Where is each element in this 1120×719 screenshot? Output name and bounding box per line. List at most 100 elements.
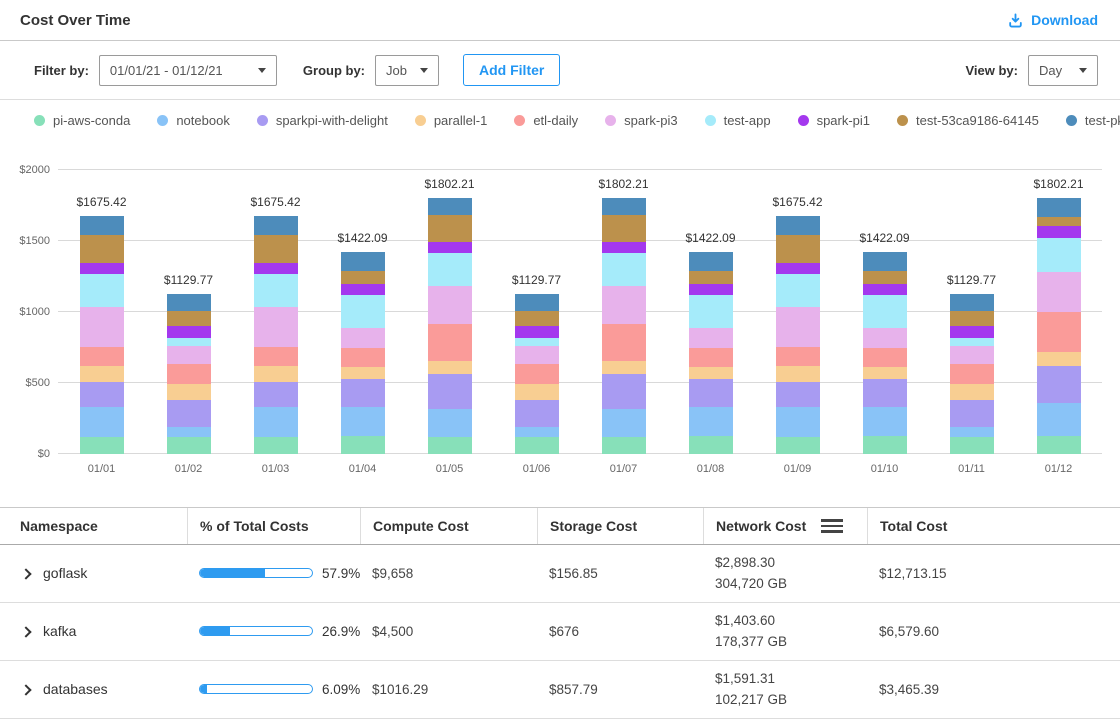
stacked-bar-01/06[interactable] xyxy=(515,294,559,454)
bar-segment-test-pkix xyxy=(689,252,733,271)
bar-segment-etl-daily xyxy=(950,364,994,384)
add-filter-button[interactable]: Add Filter xyxy=(463,54,560,86)
legend-item-test-pkix[interactable]: test-pkix xyxy=(1066,113,1120,128)
compute-cost-cell: $4,500 xyxy=(360,603,537,660)
column-header-label: Storage Cost xyxy=(550,518,637,534)
chart-x-axis: 01/0101/0201/0301/0401/0501/0601/0701/08… xyxy=(58,463,1102,475)
bar-segment-notebook xyxy=(863,407,907,436)
x-tick-label: 01/05 xyxy=(428,463,472,475)
network-gb-value: 304,720 GB xyxy=(715,575,787,593)
legend-item-sparkpi-with-delight[interactable]: sparkpi-with-delight xyxy=(257,113,388,128)
x-tick-label: 01/02 xyxy=(167,463,211,475)
x-tick-label: 01/09 xyxy=(776,463,820,475)
bar-segment-notebook xyxy=(167,427,211,437)
bar-segment-sparkpi-with-delight xyxy=(254,382,298,407)
view-by-dropdown[interactable]: Day xyxy=(1028,55,1098,86)
legend-item-label: spark-pi1 xyxy=(817,113,870,128)
legend-item-spark-pi3[interactable]: spark-pi3 xyxy=(605,113,677,128)
stacked-bar-01/01[interactable] xyxy=(80,216,124,454)
bar-segment-test-53ca9186-64145 xyxy=(776,235,820,263)
bar-segment-test-app xyxy=(167,338,211,346)
bar-segment-spark-pi1 xyxy=(341,284,385,294)
table-row-databases[interactable]: databases6.09%$1016.29$857.79$1,591.3110… xyxy=(0,661,1120,719)
chart-plot-area: $0$500$1000$1500$2000$1675.42$1129.77$16… xyxy=(58,170,1102,454)
namespace-cell: databases xyxy=(0,661,187,718)
storage-cost-cell: $857.79 xyxy=(537,661,703,718)
namespace-label: databases xyxy=(43,681,108,697)
legend-item-spark-pi1[interactable]: spark-pi1 xyxy=(798,113,870,128)
bar-segment-pi-aws-conda xyxy=(167,437,211,454)
stacked-bar-01/10[interactable] xyxy=(863,252,907,454)
bar-segment-spark-pi3 xyxy=(167,346,211,364)
stacked-bar-01/04[interactable] xyxy=(341,252,385,454)
stacked-bar-01/09[interactable] xyxy=(776,216,820,454)
storage-cost-cell: $676 xyxy=(537,603,703,660)
network-gb-value: 102,217 GB xyxy=(715,691,787,709)
stacked-bar-01/11[interactable] xyxy=(950,294,994,454)
stacked-bar-01/03[interactable] xyxy=(254,216,298,454)
bar-column-01/02: $1129.77 xyxy=(167,273,211,454)
x-tick-label: 01/07 xyxy=(602,463,646,475)
legend-item-notebook[interactable]: notebook xyxy=(157,113,230,128)
bar-segment-pi-aws-conda xyxy=(776,437,820,454)
column-header-storage-cost: Storage Cost xyxy=(537,508,703,544)
legend-item-parallel-1[interactable]: parallel-1 xyxy=(415,113,487,128)
bar-segment-spark-pi1 xyxy=(950,326,994,337)
bar-segment-test-pkix xyxy=(80,216,124,235)
legend-item-etl-daily[interactable]: etl-daily xyxy=(514,113,578,128)
bar-segment-spark-pi1 xyxy=(1037,226,1081,238)
bar-segment-test-app xyxy=(1037,238,1081,272)
title-bar: Cost Over Time Download xyxy=(0,0,1120,41)
date-range-dropdown[interactable]: 01/01/21 - 01/12/21 xyxy=(99,55,277,86)
view-by-label: View by: xyxy=(965,63,1018,78)
bar-segment-spark-pi1 xyxy=(167,326,211,337)
bar-column-01/11: $1129.77 xyxy=(950,273,994,454)
stacked-bar-01/07[interactable] xyxy=(602,198,646,454)
bar-segment-spark-pi3 xyxy=(689,328,733,348)
stacked-bar-01/05[interactable] xyxy=(428,198,472,454)
bar-column-01/01: $1675.42 xyxy=(80,195,124,454)
bar-segment-spark-pi3 xyxy=(776,307,820,346)
bar-segment-pi-aws-conda xyxy=(689,436,733,454)
legend-item-label: test-pkix xyxy=(1085,113,1120,128)
bar-segment-test-53ca9186-64145 xyxy=(602,215,646,242)
bar-segment-parallel-1 xyxy=(428,361,472,374)
table-row-kafka[interactable]: kafka26.9%$4,500$676$1,403.60178,377 GB$… xyxy=(0,603,1120,661)
bar-total-label: $1422.09 xyxy=(859,231,909,245)
legend-item-label: test-53ca9186-64145 xyxy=(916,113,1039,128)
stacked-bar-01/08[interactable] xyxy=(689,252,733,454)
legend-item-label: parallel-1 xyxy=(434,113,487,128)
bar-segment-etl-daily xyxy=(776,347,820,366)
bar-segment-notebook xyxy=(515,427,559,437)
chevron-down-icon xyxy=(420,68,428,73)
stacked-bar-01/02[interactable] xyxy=(167,294,211,454)
bar-segment-sparkpi-with-delight xyxy=(1037,366,1081,403)
bar-segment-test-53ca9186-64145 xyxy=(341,271,385,284)
stacked-bar-01/12[interactable] xyxy=(1037,198,1081,454)
download-button[interactable]: Download xyxy=(1007,12,1098,29)
bar-total-label: $1675.42 xyxy=(772,195,822,209)
bar-segment-test-53ca9186-64145 xyxy=(689,271,733,284)
legend-item-pi-aws-conda[interactable]: pi-aws-conda xyxy=(34,113,130,128)
pct-progress-bar xyxy=(199,684,313,694)
pct-of-total-cell: 6.09% xyxy=(187,661,360,718)
legend-item-test-53ca9186-64145[interactable]: test-53ca9186-64145 xyxy=(897,113,1039,128)
bar-segment-notebook xyxy=(950,427,994,437)
group-by-value: Job xyxy=(386,63,407,78)
chevron-right-icon[interactable] xyxy=(20,684,31,695)
group-by-dropdown[interactable]: Job xyxy=(375,55,439,86)
bar-segment-test-pkix xyxy=(515,294,559,311)
chevron-right-icon[interactable] xyxy=(20,568,31,579)
legend-item-test-app[interactable]: test-app xyxy=(705,113,771,128)
bar-segment-test-app xyxy=(602,253,646,286)
column-settings-icon[interactable] xyxy=(819,517,845,535)
chevron-right-icon[interactable] xyxy=(20,626,31,637)
pct-progress-fill xyxy=(200,685,207,693)
table-row-goflask[interactable]: goflask57.9%$9,658$156.85$2,898.30304,72… xyxy=(0,545,1120,603)
bar-segment-parallel-1 xyxy=(950,384,994,400)
x-tick-label: 01/04 xyxy=(341,463,385,475)
total-cost-cell: $6,579.60 xyxy=(867,603,1120,660)
bar-segment-parallel-1 xyxy=(602,361,646,374)
network-gb-value: 178,377 GB xyxy=(715,633,787,651)
bar-segment-notebook xyxy=(428,409,472,437)
